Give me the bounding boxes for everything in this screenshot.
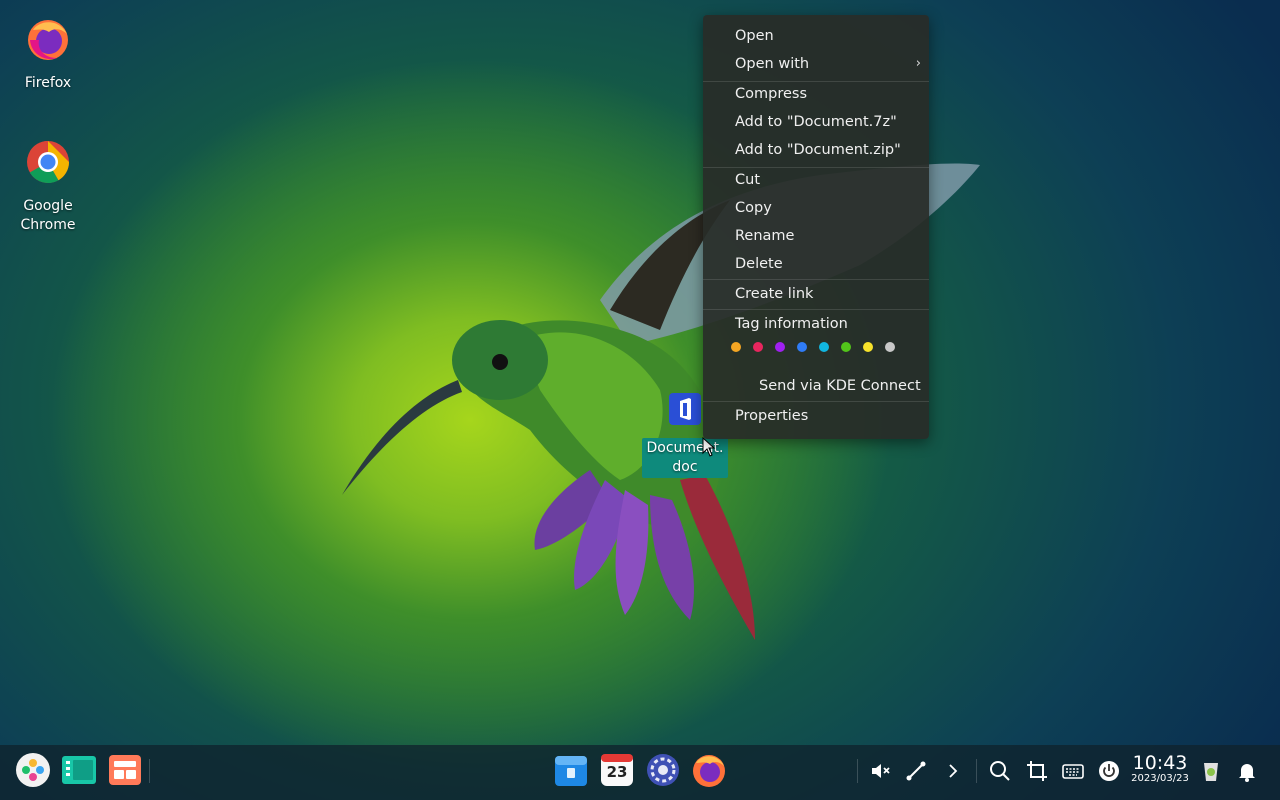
chevron-right-icon: › (915, 56, 921, 71)
context-menu: Open Open with › Compress Add to "Documen… (703, 15, 929, 439)
show-desktop-button[interactable] (106, 751, 144, 789)
notification-bell-icon[interactable] (1235, 759, 1259, 783)
menu-item-delete[interactable]: Delete (703, 250, 929, 278)
menu-item-add-zip[interactable]: Add to "Document.zip" (703, 136, 929, 164)
firefox-icon (28, 20, 68, 60)
tag-color-green[interactable] (841, 342, 851, 352)
desktop-icon-firefox[interactable]: Firefox (3, 16, 93, 93)
tag-color-orange[interactable] (731, 342, 741, 352)
menu-item-label: Cut (735, 172, 760, 188)
power-icon[interactable] (1097, 759, 1121, 783)
search-icon[interactable] (988, 759, 1012, 783)
launcher-icon (16, 753, 50, 787)
multitasking-view-button[interactable] (60, 751, 98, 789)
taskbar-separator (857, 759, 858, 783)
clock-time[interactable]: 10:43 (1131, 753, 1189, 773)
menu-item-copy[interactable]: Copy (703, 194, 929, 222)
desktop-icon-label: Firefox (24, 75, 72, 91)
menu-item-label: Open (735, 28, 774, 44)
menu-item-compress[interactable]: Compress (703, 80, 929, 108)
network-icon[interactable] (904, 759, 928, 783)
tag-color-blue[interactable] (797, 342, 807, 352)
menu-item-open-with[interactable]: Open with › (703, 50, 929, 78)
clock-date[interactable]: 2023/03/23 (1127, 773, 1193, 785)
dock-app-calendar[interactable]: 23 (598, 751, 636, 789)
menu-item-label: Add to "Document.zip" (735, 142, 901, 158)
gear-icon (647, 754, 679, 786)
menu-item-create-link[interactable]: Create link (703, 280, 929, 308)
taskbar-separator (149, 759, 150, 783)
screenshot-icon[interactable] (1025, 759, 1049, 783)
show-desktop-icon (109, 755, 141, 785)
menu-item-label: Tag information (735, 316, 848, 332)
menu-item-label: Open with (735, 56, 810, 72)
menu-item-label: Delete (735, 256, 783, 272)
tag-color-red[interactable] (753, 342, 763, 352)
dock-app-settings[interactable] (644, 751, 682, 789)
menu-item-cut[interactable]: Cut (703, 166, 929, 194)
chevron-right-icon[interactable] (941, 759, 965, 783)
tag-color-purple[interactable] (775, 342, 785, 352)
menu-item-label: Create link (735, 286, 814, 302)
trash-icon[interactable] (1199, 759, 1223, 783)
tag-color-yellow[interactable] (863, 342, 873, 352)
office-document-icon (669, 393, 701, 425)
tag-color-cyan[interactable] (819, 342, 829, 352)
firefox-icon (693, 755, 725, 787)
desktop-icon-google-chrome[interactable]: Google Chrome (3, 139, 93, 235)
menu-item-add-7z[interactable]: Add to "Document.7z" (703, 108, 929, 136)
launcher-button[interactable] (14, 751, 52, 789)
menu-item-properties[interactable]: Properties (703, 402, 929, 430)
desktop-icon-label: Google Chrome (20, 198, 76, 233)
volume-muted-icon[interactable] (868, 759, 892, 783)
file-manager-icon (555, 756, 587, 786)
menu-item-rename[interactable]: Rename (703, 222, 929, 250)
menu-item-tag-information[interactable]: Tag information (703, 310, 929, 338)
menu-item-label: Compress (735, 86, 807, 102)
calendar-day: 23 (606, 763, 628, 781)
menu-item-label: Send via KDE Connect (759, 378, 921, 394)
taskbar: 23 10:43 2023/03/23 (0, 745, 1280, 800)
menu-item-label: Rename (735, 228, 795, 244)
multitasking-icon (62, 756, 96, 784)
menu-item-open[interactable]: Open (703, 22, 929, 50)
dock-app-file-manager[interactable] (552, 751, 590, 789)
menu-item-label: Copy (735, 200, 772, 216)
menu-item-label: Properties (735, 408, 809, 424)
dock-app-firefox[interactable] (690, 751, 728, 789)
tag-color-gray[interactable] (885, 342, 895, 352)
chrome-icon (27, 141, 69, 184)
mouse-cursor-icon (702, 437, 716, 457)
taskbar-separator (976, 759, 977, 783)
menu-item-label: Add to "Document.7z" (735, 114, 897, 130)
menu-item-send-via-kde-connect[interactable]: Send via KDE Connect (703, 372, 929, 400)
keyboard-icon[interactable] (1061, 759, 1085, 783)
